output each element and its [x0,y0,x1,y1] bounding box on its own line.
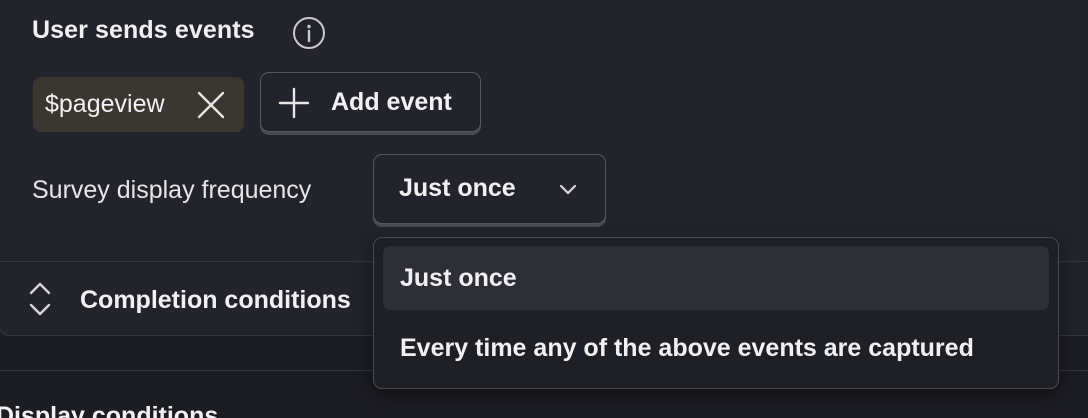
frequency-dropdown-menu: Just once Every time any of the above ev… [373,237,1059,389]
event-chip-pageview: $pageview [33,77,244,132]
completion-conditions-toggle[interactable]: Completion conditions [80,286,351,315]
add-event-button[interactable]: Add event [260,72,481,132]
dropdown-option-label: Every time any of the above events are c… [400,334,974,362]
dropdown-option-just-once[interactable]: Just once [383,246,1049,310]
chevron-down-icon [559,184,577,195]
frequency-select[interactable]: Just once [373,154,606,224]
close-icon[interactable] [195,89,227,121]
dropdown-option-every-time[interactable]: Every time any of the above events are c… [383,316,1049,380]
dropdown-option-label: Just once [400,264,517,292]
add-event-label: Add event [331,88,452,116]
expand-collapse-icon[interactable] [25,280,55,318]
info-circle-icon[interactable] [292,16,326,50]
plus-icon [278,87,310,119]
frequency-label: Survey display frequency [32,176,312,204]
section-title: User sends events [32,16,255,44]
event-chip-label: $pageview [45,90,165,118]
display-conditions-title: Display conditions [0,402,219,418]
survey-targeting-screen: User sends events $pageview Add event Su… [0,0,1088,418]
frequency-select-value: Just once [399,174,516,202]
